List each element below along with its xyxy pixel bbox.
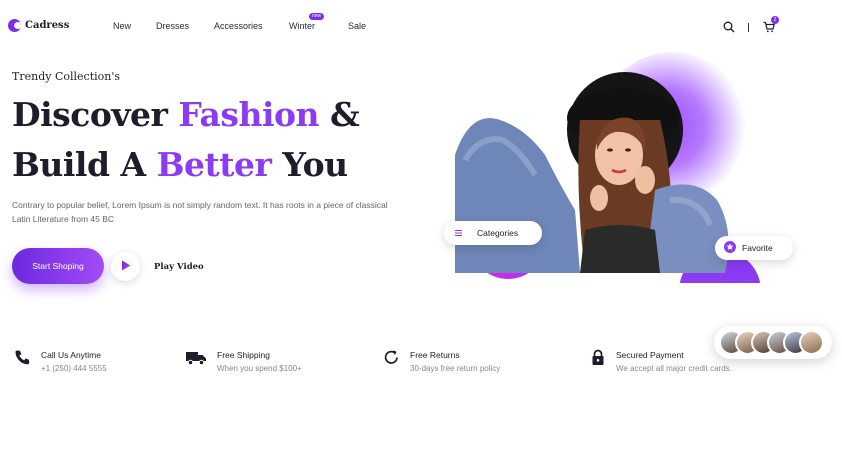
feature-subtitle: We accept all major credit cards.: [616, 364, 732, 373]
start-shopping-button[interactable]: Start Shoping: [12, 248, 104, 284]
nav-item-new[interactable]: New: [113, 21, 131, 31]
nav-item-winter[interactable]: Winter: [289, 21, 315, 31]
play-video-button[interactable]: [111, 252, 140, 281]
feature-title: Call Us Anytime: [41, 350, 101, 360]
feature-title: Free Shipping: [217, 350, 270, 360]
phone-icon: [14, 349, 31, 373]
headline-text: Discover: [12, 95, 179, 134]
favorite-label: Favorite: [742, 243, 773, 253]
feature-shipping: Free Shipping When you spend $100+: [186, 349, 302, 373]
hero-eyebrow: Trendy Collection's: [12, 70, 121, 83]
header-divider: [748, 23, 749, 32]
feature-call: Call Us Anytime +1 (250) 444 5555: [14, 349, 107, 373]
feature-returns: Free Returns 30-days free return policy: [383, 349, 500, 373]
brand-logo[interactable]: Cadress: [8, 19, 69, 32]
categories-chip[interactable]: Categories: [444, 221, 542, 245]
star-icon: [724, 241, 736, 255]
cart-count-badge: 2: [771, 16, 779, 24]
hero-headline-line-2: Build A Better You: [12, 145, 348, 185]
feature-subtitle: When you spend $100+: [217, 364, 302, 373]
headline-text: Build A: [12, 145, 157, 184]
play-video-label[interactable]: Play Video: [154, 262, 204, 272]
brand-name: Cadress: [25, 20, 70, 31]
menu-icon: [455, 228, 462, 238]
return-icon: [383, 349, 400, 373]
hero-headline-line-1: Discover Fashion &: [12, 95, 360, 135]
feature-payment: Secured Payment We accept all major cred…: [590, 349, 732, 373]
nav-item-dresses[interactable]: Dresses: [156, 21, 189, 31]
hero-description: Contrary to popular belief, Lorem Ipsum …: [12, 200, 388, 224]
new-badge: new: [309, 13, 325, 20]
headline-text: You: [271, 145, 348, 184]
search-icon[interactable]: [723, 21, 735, 33]
nav-item-sale[interactable]: Sale: [348, 21, 366, 31]
headline-accent: Fashion: [178, 95, 320, 134]
favorite-chip[interactable]: Favorite: [715, 236, 793, 260]
feature-subtitle: +1 (250) 444 5555: [41, 364, 107, 373]
nav-item-accessories[interactable]: Accessories: [214, 21, 263, 31]
headline-text: &: [319, 95, 360, 134]
avatar: [799, 330, 824, 355]
feature-subtitle: 30-days free return policy: [410, 364, 501, 373]
feature-title: Secured Payment: [616, 350, 684, 360]
headline-accent: Better: [156, 145, 272, 184]
feature-title: Free Returns: [410, 350, 460, 360]
lock-icon: [590, 349, 606, 373]
logo-mark-icon: [8, 19, 21, 32]
truck-icon: [186, 349, 207, 373]
landing-page: Cadress New Dresses Accessories Winter S…: [0, 0, 842, 451]
play-icon: [121, 258, 131, 276]
categories-label: Categories: [477, 228, 519, 238]
